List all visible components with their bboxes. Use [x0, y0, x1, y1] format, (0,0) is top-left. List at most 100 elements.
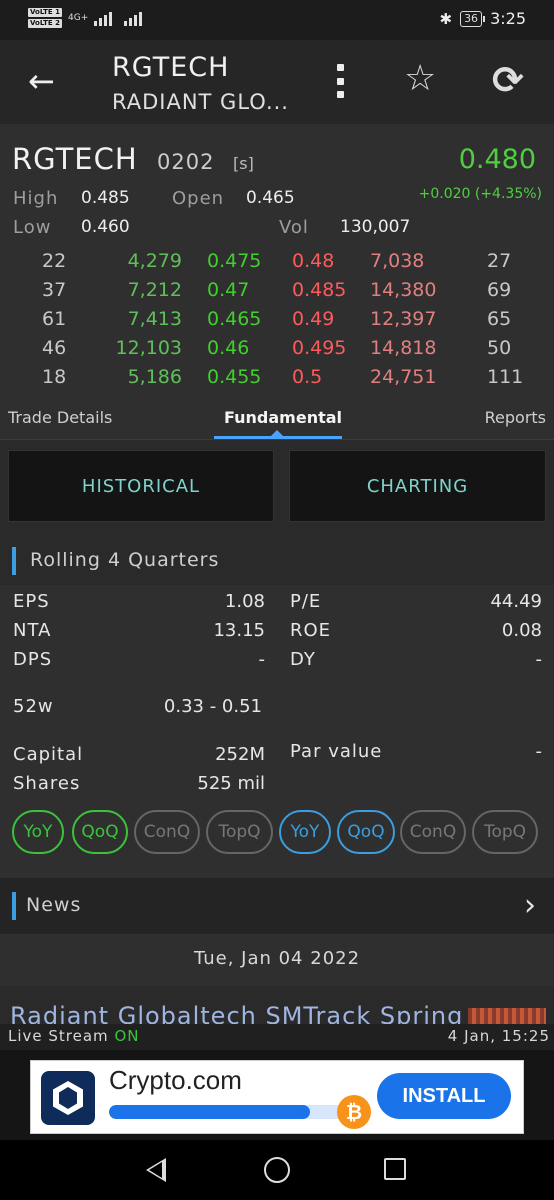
- pill-qoq[interactable]: QoQ: [337, 810, 395, 854]
- bitcoin-icon: ₿: [337, 1095, 371, 1129]
- ask-count: 65: [487, 308, 512, 330]
- open-label: Open: [172, 188, 225, 209]
- nav-back-icon[interactable]: [146, 1158, 166, 1182]
- tab-fundamental[interactable]: Fundamental: [224, 408, 342, 427]
- order-book-row: 46 12,103 0.46 0.495 14,818 50: [0, 337, 554, 366]
- more-vert-icon[interactable]: [330, 64, 350, 98]
- bid-qty: 7,413: [127, 308, 182, 330]
- nta-value: 13.15: [213, 620, 265, 641]
- price-change: +0.020 (+4.35%): [418, 186, 542, 202]
- news-headline[interactable]: Radiant Globaltech SMTrack Spring: [10, 1002, 463, 1024]
- ad-box[interactable]: Crypto.com ₿ INSTALL: [30, 1060, 524, 1134]
- ask-qty: 24,751: [370, 366, 437, 388]
- ad-banner: Crypto.com ₿ INSTALL: [0, 1050, 554, 1140]
- news-header[interactable]: News ›: [0, 878, 554, 934]
- stock-code: RGTECH: [12, 142, 138, 176]
- range-52w-label: 52w: [13, 696, 54, 717]
- dy-value: -: [535, 649, 543, 670]
- ask-price: 0.48: [292, 250, 335, 272]
- nta-label: NTA: [13, 620, 52, 641]
- back-arrow-icon[interactable]: ←: [28, 62, 55, 100]
- ad-progress-bar: [109, 1105, 367, 1119]
- nav-home-icon[interactable]: [264, 1157, 290, 1183]
- order-book-row: 61 7,413 0.465 0.49 12,397 65: [0, 308, 554, 337]
- ask-price: 0.49: [292, 308, 335, 330]
- bid-price: 0.46: [207, 337, 250, 359]
- eps-value: 1.08: [224, 591, 265, 612]
- ask-qty: 14,380: [370, 279, 437, 301]
- par-value: -: [535, 741, 543, 762]
- tab-caret-icon: [271, 430, 283, 436]
- pill-qoq[interactable]: QoQ: [72, 810, 128, 854]
- live-stream-status: Live Stream ON: [8, 1027, 139, 1045]
- volte-indicators: VoLTE 1 VoLTE 2: [28, 8, 63, 28]
- low-label: Low: [13, 217, 52, 238]
- tab-indicator: [214, 436, 342, 439]
- charting-button[interactable]: CHARTING: [289, 450, 546, 522]
- rolling-section-header: Rolling 4 Quarters: [0, 537, 554, 585]
- refresh-icon[interactable]: ⟳: [492, 58, 524, 102]
- ask-price: 0.485: [292, 279, 347, 301]
- eps-label: EPS: [13, 591, 50, 612]
- system-nav-bar: [0, 1140, 554, 1200]
- ask-qty: 12,397: [370, 308, 437, 330]
- ask-qty: 7,038: [370, 250, 425, 272]
- ask-price: 0.495: [292, 337, 347, 359]
- board-tag: [s]: [233, 154, 254, 173]
- roe-value: 0.08: [501, 620, 542, 641]
- ask-count: 69: [487, 279, 512, 301]
- nav-recents-icon[interactable]: [384, 1158, 406, 1180]
- quote-panel: RGTECH 0202 [s] 0.480 +0.020 (+4.35%) Hi…: [0, 124, 554, 400]
- section-accent-bar: [12, 547, 16, 575]
- pill-conq[interactable]: ConQ: [134, 810, 200, 854]
- range-52w-value: 0.33 - 0.51: [163, 696, 262, 717]
- bid-qty: 7,212: [127, 279, 182, 301]
- app-bar: ← RGTECH RADIANT GLO... ☆ ⟳: [0, 40, 554, 124]
- pill-conq[interactable]: ConQ: [400, 810, 466, 854]
- stock-number: 0202: [157, 150, 215, 174]
- order-book-row: 22 4,279 0.475 0.48 7,038 27: [0, 250, 554, 279]
- dy-label: DY: [290, 649, 316, 670]
- live-stream-label: Live Stream: [8, 1027, 109, 1045]
- dps-value: -: [258, 649, 266, 670]
- par-label: Par value: [290, 741, 383, 762]
- status-right: ✱ 36 3:25: [439, 9, 526, 28]
- bluetooth-icon: ✱: [439, 9, 453, 28]
- ask-count: 111: [487, 366, 524, 388]
- pill-yoy[interactable]: YoY: [279, 810, 331, 854]
- bid-qty: 12,103: [115, 337, 182, 359]
- clock: 3:25: [490, 9, 526, 28]
- capital-value: 252M: [215, 744, 265, 765]
- news-item[interactable]: Radiant Globaltech SMTrack Spring: [0, 986, 554, 1024]
- shares-value: 525 mil: [197, 773, 265, 794]
- pill-yoy[interactable]: YoY: [12, 810, 64, 854]
- pill-topq[interactable]: TopQ: [206, 810, 273, 854]
- status-left: VoLTE 1 VoLTE 2 4G+: [28, 8, 143, 28]
- historical-button[interactable]: HISTORICAL: [8, 450, 274, 522]
- ask-count: 50: [487, 337, 512, 359]
- install-button[interactable]: INSTALL: [377, 1073, 511, 1119]
- bid-count: 37: [42, 279, 67, 301]
- tab-reports[interactable]: Reports: [485, 408, 546, 427]
- live-stream-state: ON: [114, 1027, 140, 1045]
- tab-bar: Trade Details Fundamental Reports: [0, 400, 554, 440]
- chevron-right-icon[interactable]: ›: [524, 888, 536, 923]
- tab-trade-details[interactable]: Trade Details: [8, 408, 112, 427]
- news-title: News: [26, 894, 82, 916]
- volte-1: VoLTE 1: [28, 8, 63, 17]
- last-price: 0.480: [458, 144, 536, 175]
- star-icon[interactable]: ☆: [404, 58, 436, 99]
- volte-2: VoLTE 2: [28, 19, 63, 28]
- order-book-row: 37 7,212 0.47 0.485 14,380 69: [0, 279, 554, 308]
- bid-count: 61: [42, 308, 67, 330]
- capital-label: Capital: [13, 744, 84, 765]
- ad-progress-fill: [109, 1105, 311, 1119]
- pill-topq[interactable]: TopQ: [472, 810, 538, 854]
- order-book-row: 18 5,186 0.455 0.5 24,751 111: [0, 366, 554, 395]
- network-type: 4G+: [68, 13, 89, 23]
- high-value: 0.485: [81, 188, 130, 208]
- live-stream-bar: Live Stream ON 4 Jan, 15:25: [0, 1024, 554, 1050]
- bid-price: 0.455: [207, 366, 262, 388]
- low-value: 0.460: [81, 217, 130, 237]
- fundamentals-panel: EPS 1.08 P/E 44.49 NTA 13.15 ROE 0.08 DP…: [0, 585, 554, 878]
